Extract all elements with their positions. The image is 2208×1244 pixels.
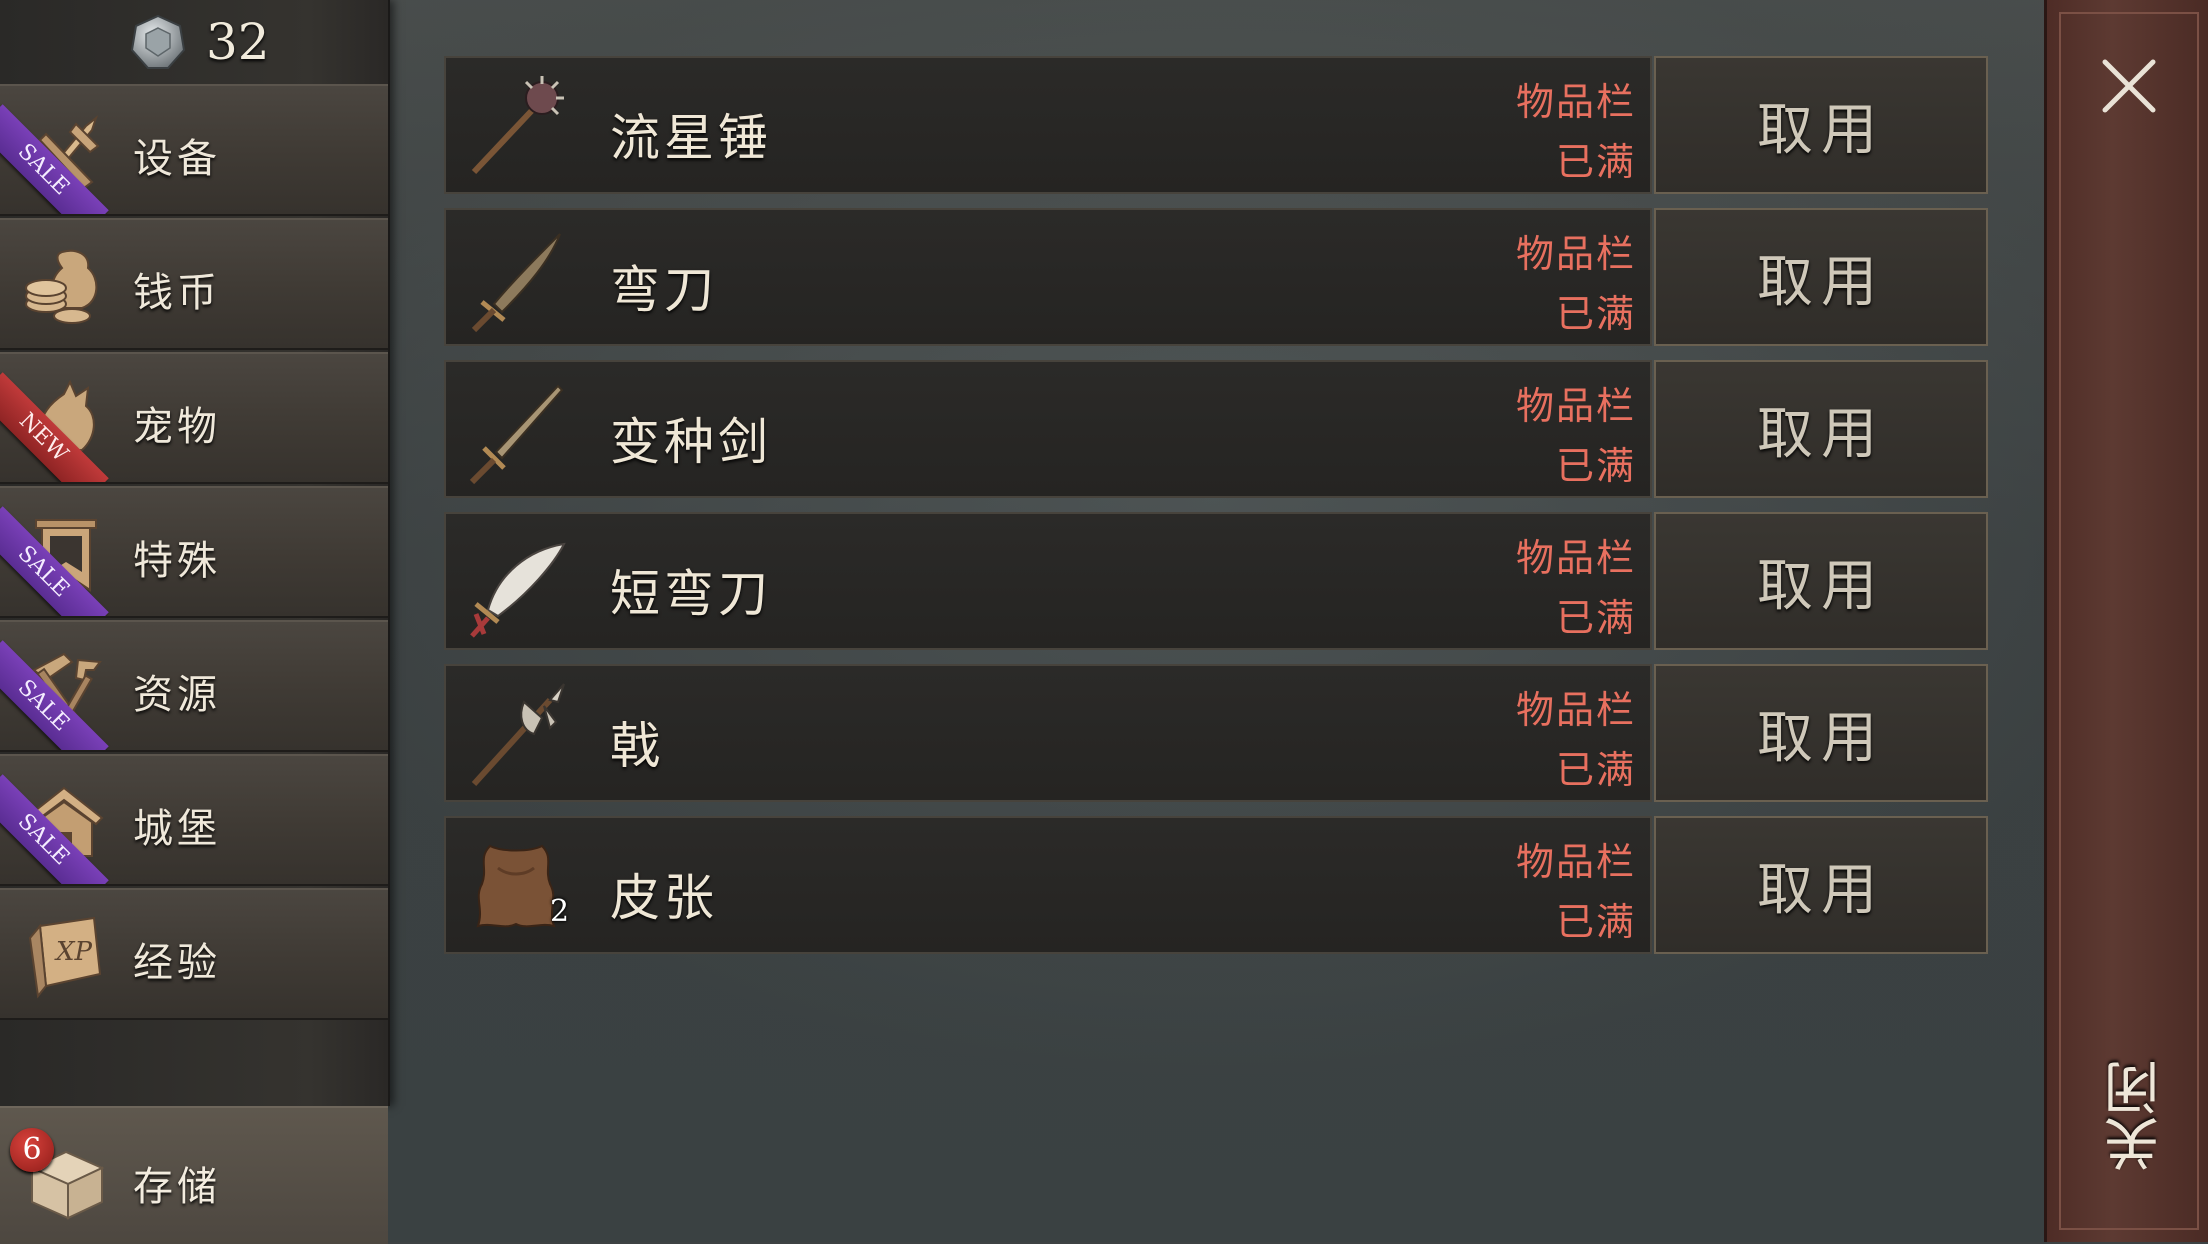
halberd-icon — [471, 683, 565, 787]
take-button[interactable]: 取用 — [1654, 360, 1988, 498]
item-name: 流星锤 — [610, 109, 772, 167]
item-name: 短弯刀 — [610, 565, 772, 623]
close-panel[interactable]: 关闭 — [2044, 0, 2208, 1242]
list-item: 弯刀 物品栏 已满 取用 — [444, 208, 1988, 346]
inventory-full-status: 物品栏 已满 — [1515, 232, 1636, 336]
coins-icon — [25, 249, 98, 324]
inventory-full-status: 物品栏 已满 — [1515, 536, 1636, 640]
xp-book-icon: XP — [28, 916, 102, 999]
sidebar-item-label: 城堡 — [133, 806, 221, 852]
item-name: 皮张 — [610, 869, 718, 927]
sword-icon — [469, 384, 564, 485]
item-row: 流星锤 物品栏 已满 — [444, 56, 1652, 194]
currency-value: 32 — [206, 13, 270, 71]
item-quantity: 2 — [550, 894, 570, 929]
sidebar-item-experience[interactable]: XP 经验 — [0, 888, 388, 1020]
category-sidebar: 32 SALE 设备 钱币 NEW 宠物 SALE 特殊 SALE 资源 SAL… — [0, 0, 390, 1106]
sidebar-item-special[interactable]: SALE 特殊 — [0, 486, 388, 618]
item-row: 变种剑 物品栏 已满 — [444, 360, 1652, 498]
sidebar-item-resources[interactable]: SALE 资源 — [0, 620, 388, 752]
take-button[interactable]: 取用 — [1654, 56, 1988, 194]
list-item: 短弯刀 物品栏 已满 取用 — [444, 512, 1988, 650]
list-item: 变种剑 物品栏 已满 取用 — [444, 360, 1988, 498]
inventory-full-status: 物品栏 已满 — [1515, 80, 1636, 184]
sidebar-item-label: 特殊 — [133, 538, 221, 584]
gem-coin-icon — [130, 14, 186, 69]
sidebar-item-storage[interactable]: 6 存储 — [0, 1106, 388, 1244]
sidebar-item-label: 设备 — [133, 136, 221, 182]
item-row: 戟 物品栏 已满 — [444, 664, 1652, 802]
scimitar-icon — [470, 542, 566, 638]
list-item: 流星锤 物品栏 已满 取用 — [444, 56, 1988, 194]
item-name: 变种剑 — [610, 413, 772, 471]
take-button[interactable]: 取用 — [1654, 664, 1988, 802]
sidebar-item-equipment[interactable]: SALE 设备 — [0, 84, 388, 216]
list-item: 2 皮张 物品栏 已满 取用 — [444, 816, 1988, 954]
inventory-full-status: 物品栏 已满 — [1515, 384, 1636, 488]
sidebar-item-pets[interactable]: NEW 宠物 — [0, 352, 388, 484]
close-icon[interactable] — [2097, 54, 2161, 118]
sidebar-item-coins[interactable]: 钱币 — [0, 218, 388, 350]
sidebar-item-label: 宠物 — [133, 404, 221, 450]
inventory-full-status: 物品栏 已满 — [1515, 840, 1636, 944]
take-button[interactable]: 取用 — [1654, 208, 1988, 346]
close-label[interactable]: 关闭 — [2104, 1060, 2169, 1172]
sidebar-item-label: 资源 — [133, 672, 221, 718]
sidebar-item-label: 经验 — [133, 940, 221, 986]
item-row: 弯刀 物品栏 已满 — [444, 208, 1652, 346]
item-name: 戟 — [610, 717, 664, 775]
svg-text:XP: XP — [54, 937, 93, 967]
list-item: 戟 物品栏 已满 取用 — [444, 664, 1988, 802]
item-name: 弯刀 — [610, 261, 718, 319]
storage-count-badge: 6 — [10, 1128, 54, 1172]
sidebar-item-label: 钱币 — [133, 270, 221, 316]
sabre-icon — [471, 233, 561, 333]
inventory-full-status: 物品栏 已满 — [1515, 688, 1636, 792]
close-panel-frame — [2059, 12, 2199, 1230]
currency-display: 32 — [130, 12, 270, 72]
item-row: 短弯刀 物品栏 已满 — [444, 512, 1652, 650]
take-button[interactable]: 取用 — [1654, 512, 1988, 650]
item-row: 2 皮张 物品栏 已满 — [444, 816, 1652, 954]
take-button[interactable]: 取用 — [1654, 816, 1988, 954]
sidebar-item-label: 存储 — [133, 1164, 221, 1210]
sidebar-item-castle[interactable]: SALE 城堡 — [0, 754, 388, 886]
mace-icon — [471, 76, 564, 175]
